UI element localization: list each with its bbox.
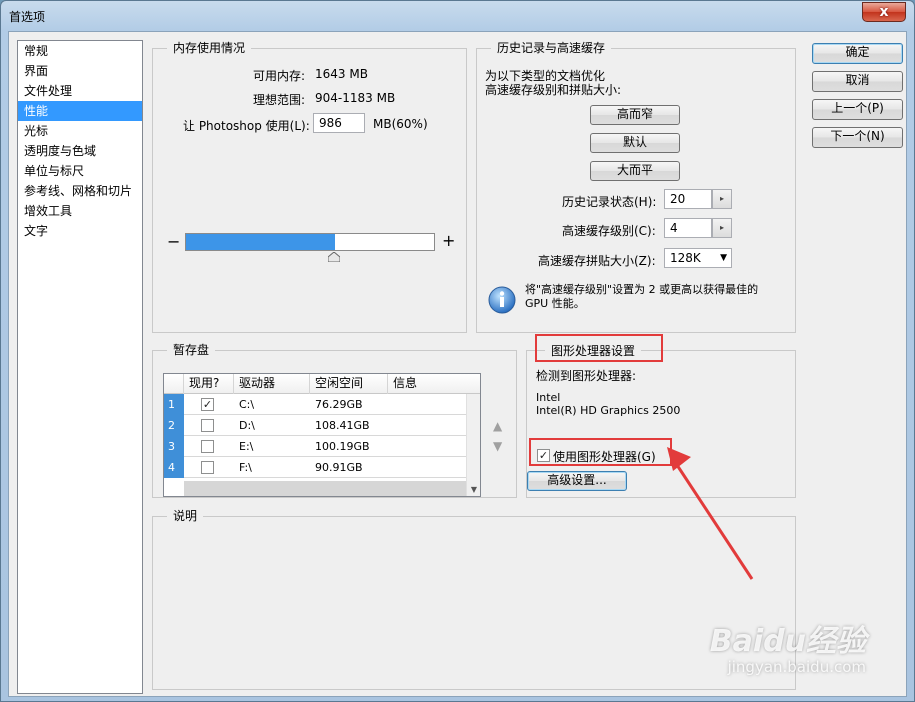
history-states-input[interactable]: 20 xyxy=(664,189,712,209)
table-row[interactable]: 1 ✓ C:\ 76.29GB xyxy=(164,394,466,415)
vertical-scrollbar[interactable]: ▼ xyxy=(466,394,480,496)
watermark-url: jingyan.baidu.com xyxy=(727,658,866,676)
header-index xyxy=(164,374,184,394)
row-number: 3 xyxy=(164,436,184,457)
history-states-spin-icon[interactable]: ▸ xyxy=(712,189,732,209)
next-button[interactable]: 下一个(N) xyxy=(812,127,903,148)
ideal-range-value: 904-1183 MB xyxy=(315,91,396,105)
cache-levels-spin-icon[interactable]: ▸ xyxy=(712,218,732,238)
cancel-button[interactable]: 取消 xyxy=(812,71,903,92)
info-icon xyxy=(488,286,516,314)
use-gpu-highlight xyxy=(529,438,672,466)
sidebar-item-general[interactable]: 常规 xyxy=(18,41,142,61)
history-cache-group: 历史记录与高速缓存 为以下类型的文档优化 高速缓存级别和拼贴大小: 高而窄 默认… xyxy=(476,40,796,333)
header-active[interactable]: 现用? xyxy=(184,374,234,394)
space-cell: 76.29GB xyxy=(315,398,363,411)
active-checkbox[interactable] xyxy=(201,419,214,432)
header-free-space[interactable]: 空闲空间 xyxy=(310,374,388,394)
sidebar-item-plugins[interactable]: 增效工具 xyxy=(18,201,142,221)
table-row[interactable]: 3 E:\ 100.19GB xyxy=(164,436,466,457)
cache-levels-input[interactable]: 4 xyxy=(664,218,712,238)
memory-use-unit: MB(60%) xyxy=(373,117,428,131)
gpu-tip-line2: GPU 性能。 xyxy=(525,297,585,310)
available-memory-value: 1643 MB xyxy=(315,67,368,81)
memory-slider-fill xyxy=(186,234,335,250)
history-states-label: 历史记录状态(H): xyxy=(562,195,657,209)
slider-plus-icon[interactable]: + xyxy=(442,231,455,250)
scratch-disks-group: 暂存盘 现用? 驱动器 空闲空间 信息 1 ✓ C:\ 76.29GB 2 D:… xyxy=(152,342,517,498)
drive-cell: D:\ xyxy=(239,419,255,432)
scratch-disk-table: 现用? 驱动器 空闲空间 信息 1 ✓ C:\ 76.29GB 2 D:\ 10… xyxy=(163,373,481,497)
slider-minus-icon[interactable]: − xyxy=(167,232,180,251)
active-checkbox[interactable] xyxy=(201,440,214,453)
ok-button[interactable]: 确定 xyxy=(812,43,903,64)
close-button[interactable]: x xyxy=(862,2,906,22)
memory-use-input[interactable]: 986 xyxy=(313,113,365,133)
drive-cell: E:\ xyxy=(239,440,254,453)
previous-button[interactable]: 上一个(P) xyxy=(812,99,903,120)
cache-levels-label: 高速缓存级别(C): xyxy=(562,224,656,238)
space-cell: 108.41GB xyxy=(315,419,370,432)
baidu-watermark: Baidu经验 jingyan.baidu.com xyxy=(709,624,866,677)
memory-usage-title: 内存使用情况 xyxy=(167,40,252,56)
tall-thin-button[interactable]: 高而窄 xyxy=(590,105,680,125)
gpu-vendor: Intel xyxy=(536,391,561,404)
title-bar[interactable]: 首选项 x xyxy=(1,1,914,31)
memory-slider[interactable] xyxy=(185,233,435,251)
sidebar-item-interface[interactable]: 界面 xyxy=(18,61,142,81)
row-number: 4 xyxy=(164,457,184,478)
dialog-client: 常规 界面 文件处理 性能 光标 透明度与色域 单位与标尺 参考线、网格和切片 … xyxy=(8,31,907,697)
gpu-title-highlight xyxy=(535,334,663,362)
row-number: 2 xyxy=(164,415,184,436)
sidebar-item-file-handling[interactable]: 文件处理 xyxy=(18,81,142,101)
sidebar-item-type[interactable]: 文字 xyxy=(18,221,142,241)
memory-usage-group: 内存使用情况 可用内存: 1643 MB 理想范围: 904-1183 MB 让… xyxy=(152,40,467,333)
row-number: 1 xyxy=(164,394,184,415)
gpu-model: Intel(R) HD Graphics 2500 xyxy=(536,404,681,417)
horizontal-scrollbar[interactable] xyxy=(184,481,466,496)
history-cache-title: 历史记录与高速缓存 xyxy=(491,40,612,56)
big-flat-button[interactable]: 大而平 xyxy=(590,161,680,181)
optimize-desc-line2: 高速缓存级别和拼贴大小: xyxy=(485,83,622,97)
scratch-disks-title: 暂存盘 xyxy=(167,342,216,358)
header-drive[interactable]: 驱动器 xyxy=(234,374,310,394)
tile-size-select[interactable]: 128K ▼ xyxy=(664,248,732,268)
slider-thumb-icon[interactable] xyxy=(328,252,340,262)
watermark-brand: Baidu经验 xyxy=(709,624,866,659)
space-cell: 100.19GB xyxy=(315,440,370,453)
category-list[interactable]: 常规 界面 文件处理 性能 光标 透明度与色域 单位与标尺 参考线、网格和切片 … xyxy=(17,40,143,694)
ideal-range-label: 理想范围: xyxy=(253,93,306,107)
sidebar-item-guides[interactable]: 参考线、网格和切片 xyxy=(18,181,142,201)
table-row[interactable]: 4 F:\ 90.91GB xyxy=(164,457,466,478)
table-row[interactable]: 2 D:\ 108.41GB xyxy=(164,415,466,436)
sidebar-item-cursors[interactable]: 光标 xyxy=(18,121,142,141)
scroll-down-icon[interactable]: ▼ xyxy=(467,485,480,494)
close-icon: x xyxy=(879,4,889,20)
move-down-icon[interactable]: ▼ xyxy=(493,439,502,453)
sidebar-item-units[interactable]: 单位与标尺 xyxy=(18,161,142,181)
tile-size-label: 高速缓存拼贴大小(Z): xyxy=(538,254,656,268)
move-up-icon[interactable]: ▲ xyxy=(493,419,502,433)
header-info[interactable]: 信息 xyxy=(388,374,480,394)
drive-cell: F:\ xyxy=(239,461,252,474)
gpu-detected-label: 检测到图形处理器: xyxy=(536,369,637,383)
dropdown-arrow-icon: ▼ xyxy=(720,253,727,263)
active-checkbox[interactable]: ✓ xyxy=(201,398,214,411)
default-cache-button[interactable]: 默认 xyxy=(590,133,680,153)
checkmark-icon: ✓ xyxy=(202,398,213,411)
space-cell: 90.91GB xyxy=(315,461,363,474)
annotation-arrow-icon xyxy=(667,447,754,580)
description-title: 说明 xyxy=(167,508,204,524)
tile-size-value: 128K xyxy=(670,251,701,265)
preferences-window: 首选项 x 常规 界面 文件处理 性能 光标 透明度与色域 单位与标尺 参考线、… xyxy=(0,0,915,702)
active-checkbox[interactable] xyxy=(201,461,214,474)
available-memory-label: 可用内存: xyxy=(253,69,306,83)
table-header: 现用? 驱动器 空闲空间 信息 xyxy=(164,374,480,394)
sidebar-item-transparency[interactable]: 透明度与色域 xyxy=(18,141,142,161)
sidebar-item-performance[interactable]: 性能 xyxy=(18,101,142,121)
drive-cell: C:\ xyxy=(239,398,255,411)
window-title: 首选项 xyxy=(9,10,46,24)
advanced-settings-button[interactable]: 高级设置... xyxy=(527,471,627,491)
photoshop-use-label: 让 Photoshop 使用(L): xyxy=(183,119,310,133)
